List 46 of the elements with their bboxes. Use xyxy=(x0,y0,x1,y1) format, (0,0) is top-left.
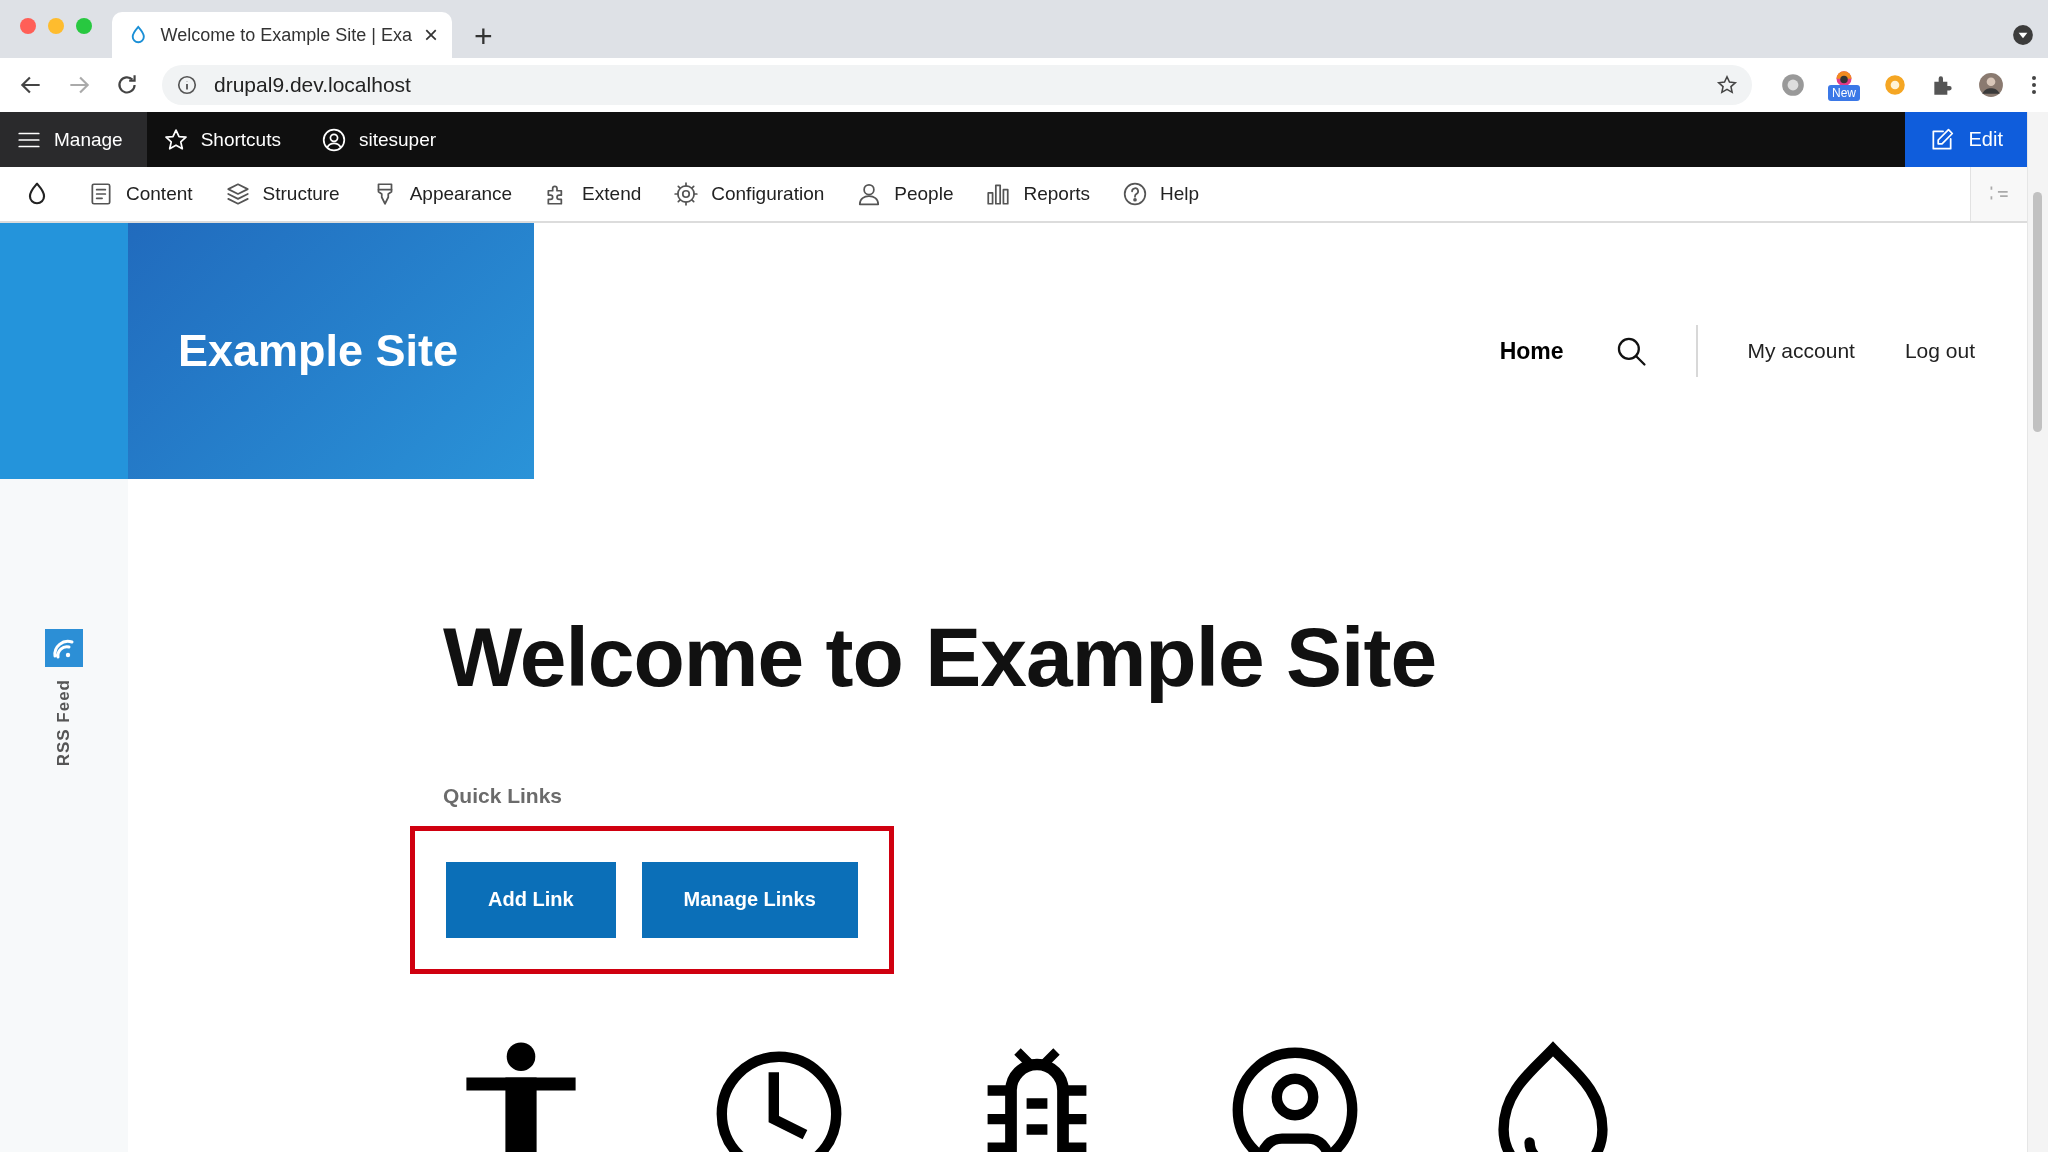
more-menu-icon[interactable] xyxy=(2030,73,2038,97)
address-bar[interactable]: drupal9.dev.localhost xyxy=(162,65,1752,105)
page-title: Welcome to Example Site xyxy=(443,609,1438,706)
menu-item[interactable]: Appearance xyxy=(357,181,531,207)
url-text: drupal9.dev.localhost xyxy=(214,73,411,97)
rss-feed-link[interactable]: RSS Feed xyxy=(45,629,83,767)
new-badge: New xyxy=(1828,85,1860,101)
bookmark-star-icon[interactable] xyxy=(1716,74,1738,96)
rss-icon xyxy=(45,629,83,667)
link-button[interactable]: Add Link xyxy=(446,861,616,938)
user-icon xyxy=(320,126,347,153)
help-icon xyxy=(1122,181,1148,207)
menu-item[interactable]: Structure xyxy=(210,181,358,207)
tab-search-icon[interactable] xyxy=(2012,24,2034,46)
link-button[interactable]: Manage Links xyxy=(641,861,858,938)
nav-link[interactable]: Home xyxy=(1499,337,1564,365)
section-heading: Quick Links xyxy=(443,783,564,808)
close-tab-button[interactable]: × xyxy=(424,23,438,47)
toolbar-item[interactable]: sitesuper xyxy=(304,112,461,167)
bar-chart-icon xyxy=(985,181,1012,207)
rss-label: RSS Feed xyxy=(54,679,74,767)
menu-item[interactable]: Configuration xyxy=(659,181,843,207)
avatar-icon[interactable] xyxy=(1978,72,2004,98)
layers-icon xyxy=(224,181,251,207)
info-icon[interactable] xyxy=(176,74,198,96)
star-icon xyxy=(162,126,189,153)
menu-item[interactable]: Help xyxy=(1108,181,1218,207)
new-tab-button[interactable]: + xyxy=(474,20,493,52)
gear-icon xyxy=(673,181,700,207)
scrollbar-thumb[interactable] xyxy=(2033,192,2042,432)
menu-item[interactable]: Reports xyxy=(971,181,1108,207)
menu-item[interactable]: People xyxy=(842,181,972,207)
toolbar-item[interactable]: Manage xyxy=(0,112,147,167)
edit-button[interactable]: Edit xyxy=(1904,112,2027,167)
menu-item[interactable]: Content xyxy=(74,181,211,207)
tab-title: Welcome to Example Site | Exa xyxy=(160,24,412,46)
browser-tab[interactable]: Welcome to Example Site | Exa × xyxy=(112,12,452,58)
scrollbar[interactable] xyxy=(2027,112,2048,1152)
nav-link[interactable]: Log out xyxy=(1904,339,1975,363)
gear-icon[interactable] xyxy=(1780,72,1806,98)
menu-item[interactable]: Extend xyxy=(530,181,660,207)
orientation-toggle[interactable] xyxy=(1970,167,2027,221)
document-icon xyxy=(88,181,114,207)
nav-link[interactable]: My account xyxy=(1747,339,1855,363)
toolbar-item[interactable]: Shortcuts xyxy=(146,112,305,167)
site-name[interactable]: Example Site xyxy=(178,325,459,377)
